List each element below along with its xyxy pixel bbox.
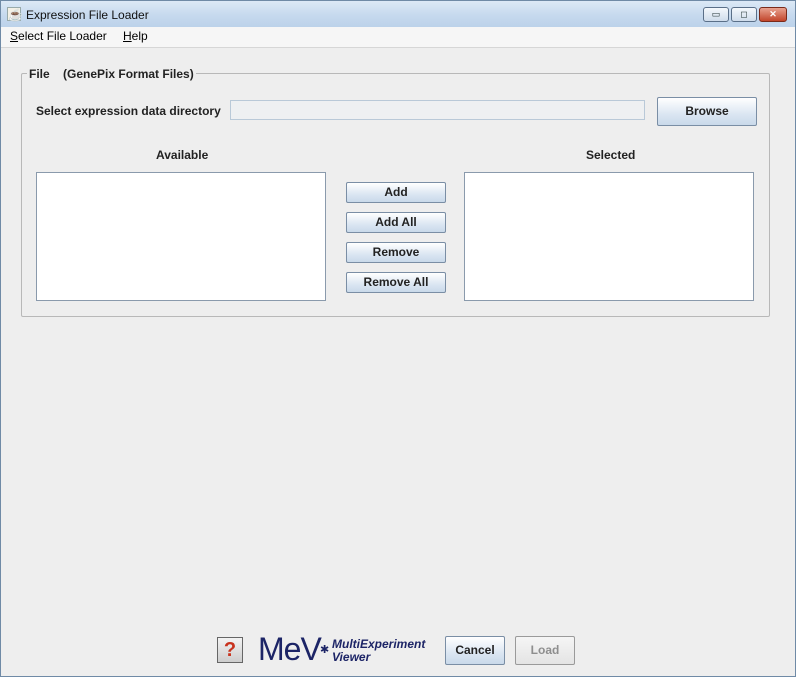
title-bar[interactable]: ☕ Expression File Loader ▭ ◻ ✕: [1, 1, 795, 27]
browse-button[interactable]: Browse: [657, 97, 757, 126]
directory-input[interactable]: [230, 100, 645, 120]
menu-label: elect File Loader: [18, 29, 107, 43]
help-icon[interactable]: ?: [217, 637, 243, 663]
menu-mnemonic: H: [123, 29, 132, 43]
mev-logo-subtitle-1: MultiExperiment: [332, 637, 426, 651]
close-button[interactable]: ✕: [759, 7, 787, 22]
mev-logo-subtitle-2: Viewer: [332, 650, 371, 664]
menu-help[interactable]: Help: [123, 29, 148, 43]
menu-label: elp: [131, 29, 148, 43]
menu-mnemonic: S: [10, 29, 19, 43]
file-group-title: File (GenePix Format Files): [27, 67, 196, 81]
available-label: Available: [156, 148, 209, 162]
cancel-button[interactable]: Cancel: [445, 636, 505, 665]
add-button[interactable]: Add: [346, 182, 446, 203]
mev-logo-star: ✱: [320, 644, 330, 656]
remove-all-button[interactable]: Remove All: [346, 272, 446, 293]
menu-bar: Select File Loader Help: [1, 27, 795, 48]
java-cup-icon: ☕: [7, 7, 23, 22]
add-all-button[interactable]: Add All: [346, 212, 446, 233]
window-controls: ▭ ◻ ✕: [703, 7, 787, 22]
mev-logo: MeV: [258, 631, 322, 667]
directory-label: Select expression data directory: [36, 104, 221, 118]
remove-button[interactable]: Remove: [346, 242, 446, 263]
available-list[interactable]: [36, 172, 326, 301]
window-title: Expression File Loader: [26, 8, 149, 22]
load-button[interactable]: Load: [515, 636, 575, 665]
maximize-button[interactable]: ◻: [731, 7, 757, 22]
menu-select-file-loader[interactable]: Select File Loader: [10, 29, 107, 43]
selected-label: Selected: [586, 148, 636, 162]
minimize-button[interactable]: ▭: [703, 7, 729, 22]
selected-list[interactable]: [464, 172, 754, 301]
expression-file-loader-window: ☕ Expression File Loader ▭ ◻ ✕ Select Fi…: [0, 0, 796, 677]
